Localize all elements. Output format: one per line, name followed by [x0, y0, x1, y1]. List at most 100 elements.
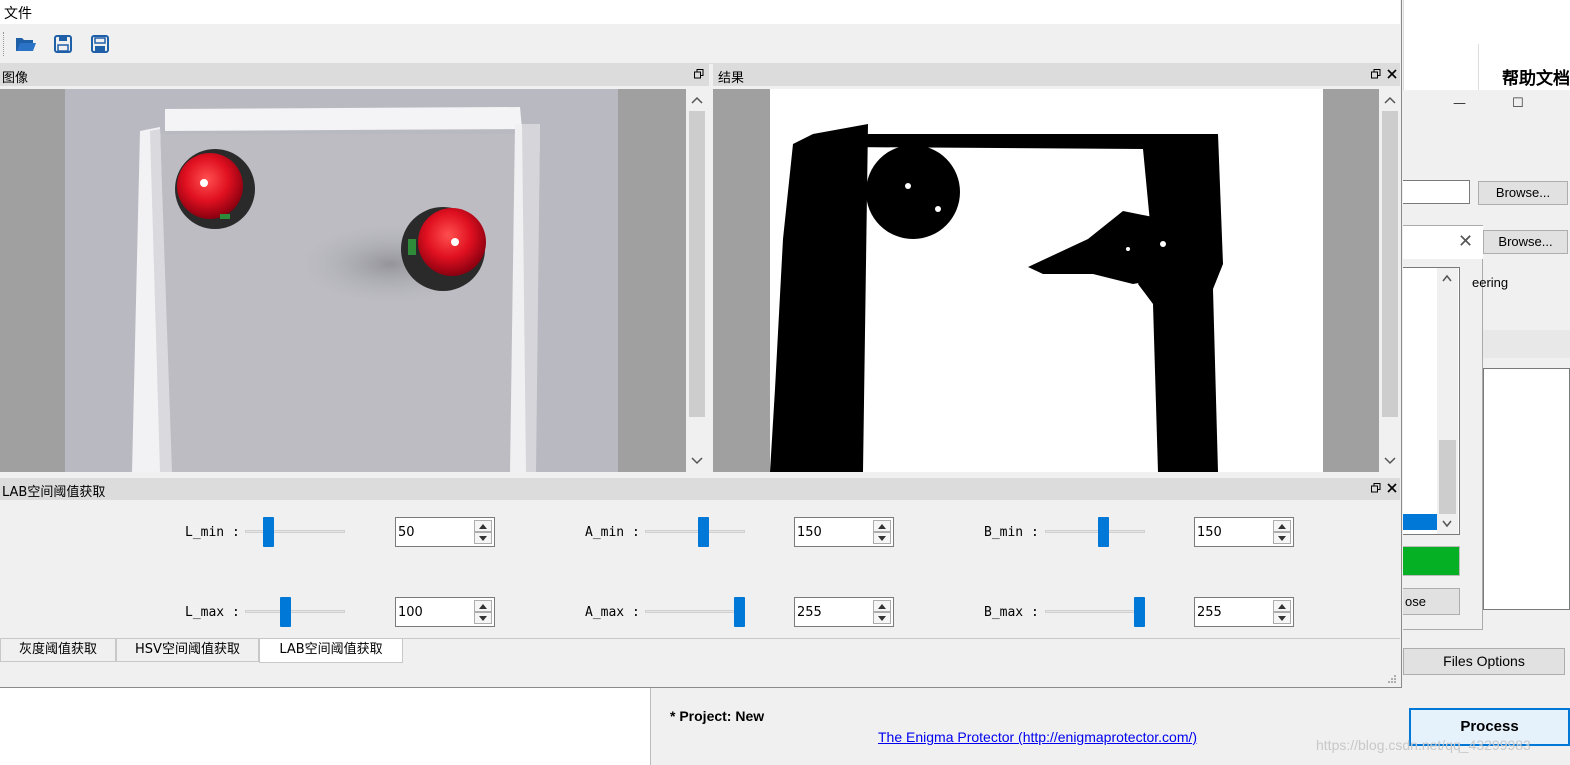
spin-up-icon[interactable] [1273, 520, 1291, 532]
a-min-label: A_min : [585, 525, 640, 540]
result-dock-titlebar[interactable]: 结果 [713, 64, 1400, 86]
result-dock-title: 结果 [718, 71, 745, 86]
background-list-thumb[interactable] [1439, 440, 1456, 514]
float-icon[interactable] [1369, 481, 1383, 495]
b-min-slider[interactable] [1045, 516, 1145, 548]
watermark: https://blog.csdn.net/qq_43299983 [1316, 737, 1531, 753]
a-min-input[interactable] [797, 523, 867, 541]
tab-lab-threshold[interactable]: LAB空间阈值获取 [259, 639, 403, 663]
spin-down-icon[interactable] [1273, 532, 1291, 544]
spin-buttons [1273, 600, 1291, 624]
close-icon[interactable] [1385, 481, 1399, 495]
folder-open-icon[interactable] [14, 32, 38, 56]
source-image-view[interactable] [0, 89, 686, 472]
l-max-input[interactable] [398, 603, 468, 621]
close-button[interactable]: ose [1403, 588, 1460, 615]
slider-track [245, 610, 345, 613]
l-min-input[interactable] [398, 523, 468, 541]
slider-handle[interactable] [698, 517, 709, 547]
background-steering-text: eering [1472, 275, 1509, 290]
slider-handle[interactable] [263, 517, 274, 547]
l-max-slider[interactable] [245, 596, 345, 628]
a-max-slider[interactable] [645, 596, 745, 628]
result-vscroll[interactable] [1380, 89, 1400, 472]
slider-track [1045, 530, 1145, 533]
main-window: 文件 图像 结果 LAB空间阈值获取 L_min: 50 A_min: 15… [0, 0, 1402, 688]
slider-track [645, 530, 745, 533]
tab-gray-threshold[interactable]: 灰度阈值获取 [0, 639, 116, 662]
files-options-button[interactable]: Files Options [1403, 648, 1565, 675]
image-vscroll[interactable] [687, 89, 707, 472]
chevron-down-icon[interactable] [1442, 520, 1452, 528]
toolbar-grip[interactable] [3, 32, 6, 56]
result-image-view[interactable] [713, 89, 1379, 472]
background-path-input[interactable] [1403, 180, 1470, 204]
tab-hsv-threshold[interactable]: HSV空间阈值获取 [116, 639, 259, 662]
close-icon[interactable]: ✕ [1458, 231, 1473, 252]
spin-up-icon[interactable] [873, 520, 891, 532]
lab-dock: LAB空间阈值获取 L_min : A_min : [0, 478, 1400, 638]
spin-buttons [873, 520, 891, 544]
close-icon[interactable] [1385, 67, 1399, 81]
b-min-spinbox[interactable] [1194, 517, 1294, 547]
slider-handle[interactable] [1098, 517, 1109, 547]
chevron-down-icon[interactable] [1384, 455, 1396, 467]
image-dock-titlebar[interactable]: 图像 [0, 64, 709, 86]
b-max-spinbox[interactable] [1194, 597, 1294, 627]
slider-handle[interactable] [734, 597, 745, 627]
spin-down-icon[interactable] [474, 612, 492, 624]
enigma-link[interactable]: The Enigma Protector (http://enigmaprote… [878, 729, 1197, 745]
slider-handle[interactable] [280, 597, 291, 627]
b-max-slider[interactable] [1045, 596, 1145, 628]
float-icon[interactable] [692, 67, 706, 81]
b-max-input[interactable] [1197, 603, 1267, 621]
a-max-input[interactable] [797, 603, 867, 621]
a-min-slider[interactable] [645, 516, 745, 548]
a-max-spinbox[interactable] [794, 597, 894, 627]
float-icon[interactable] [1369, 67, 1383, 81]
chevron-up-icon[interactable] [1384, 94, 1396, 106]
l-max-spinbox[interactable] [395, 597, 495, 627]
help-doc-title: 帮助文档 [1502, 69, 1570, 89]
chevron-up-icon[interactable] [1442, 274, 1452, 282]
spin-down-icon[interactable] [1273, 612, 1291, 624]
spin-down-icon[interactable] [873, 532, 891, 544]
l-min-label: L_min : [185, 525, 240, 540]
l-min-slider[interactable] [245, 516, 345, 548]
chevron-up-icon[interactable] [691, 94, 703, 106]
save-as-icon[interactable] [88, 32, 112, 56]
menu-file[interactable]: 文件 [4, 3, 32, 23]
b-min-label: B_min : [984, 525, 1039, 540]
slider-handle[interactable] [1134, 597, 1145, 627]
spin-buttons [474, 600, 492, 624]
background-dialog-header: ✕ [1403, 226, 1483, 259]
background-textbox[interactable] [1483, 368, 1570, 610]
save-icon[interactable] [51, 32, 75, 56]
result-vscroll-thumb[interactable] [1382, 111, 1398, 417]
spin-up-icon[interactable] [474, 600, 492, 612]
source-photo [0, 89, 686, 472]
browse-button-1[interactable]: Browse... [1478, 181, 1568, 205]
spin-down-icon[interactable] [474, 532, 492, 544]
b-min-input[interactable] [1197, 523, 1267, 541]
l-min-spinbox[interactable] [395, 517, 495, 547]
minimize-icon[interactable]: — [1453, 96, 1466, 111]
resize-grip-icon[interactable] [1387, 674, 1397, 684]
browse-button-2[interactable]: Browse... [1483, 230, 1568, 254]
image-vscroll-thumb[interactable] [689, 111, 705, 417]
menu-bar: 文件 [0, 0, 1400, 24]
spin-up-icon[interactable] [1273, 600, 1291, 612]
chevron-down-icon[interactable] [691, 455, 703, 467]
spin-down-icon[interactable] [873, 612, 891, 624]
a-min-spinbox[interactable] [794, 517, 894, 547]
spin-up-icon[interactable] [474, 520, 492, 532]
background-list-selection [1403, 514, 1437, 530]
slider-track [245, 530, 345, 533]
spin-up-icon[interactable] [873, 600, 891, 612]
lab-dock-titlebar[interactable]: LAB空间阈值获取 [0, 478, 1400, 500]
background-window-border [650, 688, 651, 765]
image-dock-title: 图像 [2, 71, 29, 86]
slider-track [1045, 610, 1145, 613]
project-label: * Project: New [670, 708, 765, 724]
maximize-icon[interactable]: ☐ [1512, 96, 1524, 111]
